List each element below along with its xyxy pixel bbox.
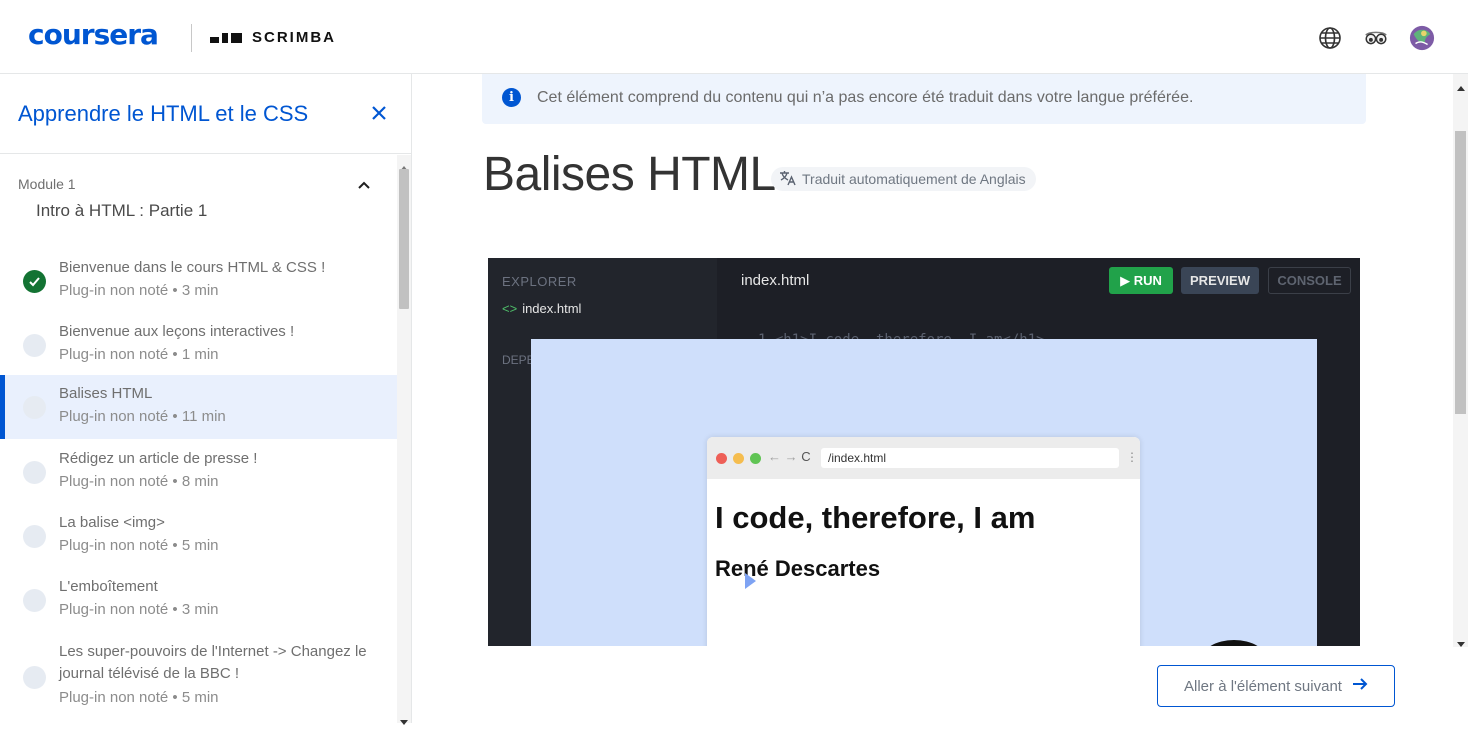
run-label: RUN xyxy=(1133,273,1162,288)
scroll-down-icon[interactable] xyxy=(1457,635,1465,647)
explorer-label: EXPLORER xyxy=(502,274,577,289)
scrimba-video-player[interactable]: EXPLORER <> index.html DEPE index.html ▶ … xyxy=(488,258,1360,646)
globe-icon[interactable] xyxy=(1317,25,1343,51)
scroll-down-icon[interactable] xyxy=(400,713,408,725)
status-circle-icon xyxy=(23,396,46,419)
lesson-item[interactable]: Bienvenue aux leçons interactives ! Plug… xyxy=(0,315,397,377)
status-circle-icon xyxy=(23,525,46,548)
status-circle-icon xyxy=(23,589,46,612)
console-button[interactable]: CONSOLE xyxy=(1268,267,1351,294)
scroll-up-icon[interactable] xyxy=(1457,78,1465,91)
lesson-meta: Plug-in non noté • 3 min xyxy=(59,601,219,618)
sidebar-scrollbar[interactable] xyxy=(397,155,411,725)
browser-url: /index.html xyxy=(821,448,1119,468)
lesson-item[interactable]: Bienvenue dans le cours HTML & CSS ! Plu… xyxy=(0,251,397,313)
logo-divider xyxy=(191,24,192,52)
cursor-icon xyxy=(745,573,756,589)
course-sidebar: Apprendre le HTML et le CSS Module 1 Int… xyxy=(0,74,412,725)
editor-tab[interactable]: index.html xyxy=(741,272,809,289)
close-dot-icon xyxy=(716,453,727,464)
lesson-item[interactable]: La balise <img> Plug-in non noté • 5 min xyxy=(0,508,397,570)
browser-toolbar: ← → C /index.html ⋮ xyxy=(707,437,1140,479)
translation-notice: i Cet élément comprend du contenu qui n’… xyxy=(482,74,1366,124)
next-item-button[interactable]: Aller à l'élément suivant xyxy=(1157,665,1395,707)
glasses-icon[interactable] xyxy=(1363,25,1389,51)
lesson-title: Les super-pouvoirs de l'Internet -> Chan… xyxy=(59,643,367,682)
browser-nav-icon: ← → C xyxy=(768,449,811,464)
main-scrollbar[interactable] xyxy=(1453,74,1468,647)
mini-browser: ← → C /index.html ⋮ I code, therefore, I… xyxy=(707,437,1140,646)
status-circle-icon xyxy=(23,461,46,484)
lesson-meta: Plug-in non noté • 5 min xyxy=(59,689,219,706)
code-file-icon: <> xyxy=(502,301,518,316)
avatar[interactable] xyxy=(1409,25,1435,51)
lesson-meta: Plug-in non noté • 3 min xyxy=(59,282,219,299)
run-button[interactable]: ▶ RUN xyxy=(1109,267,1173,294)
lesson-title: Balises HTML xyxy=(59,385,153,402)
lesson-title: Bienvenue aux leçons interactives ! xyxy=(59,323,295,340)
minimize-dot-icon xyxy=(733,453,744,464)
scrimba-logo[interactable]: SCRIMBA xyxy=(210,29,336,46)
status-circle-icon xyxy=(23,334,46,357)
maximize-dot-icon xyxy=(750,453,761,464)
top-header: coursera SCRIMBA xyxy=(0,0,1468,74)
course-title: Apprendre le HTML et le CSS xyxy=(18,101,309,126)
lesson-title: Bienvenue dans le cours HTML & CSS ! xyxy=(59,259,326,276)
lesson-meta: Plug-in non noté • 5 min xyxy=(59,537,219,554)
arrow-right-icon xyxy=(1352,677,1368,695)
lesson-list: Module 1 Intro à HTML : Partie 1 Bienven… xyxy=(0,155,397,723)
explorer-file[interactable]: <> index.html xyxy=(502,301,581,316)
translation-badge: Traduit automatiquement de Anglais xyxy=(771,167,1036,191)
scrimba-mark-icon xyxy=(210,32,242,43)
preview-heading: I code, therefore, I am xyxy=(715,500,1036,535)
module-label: Module 1 xyxy=(18,176,76,192)
lesson-title: L'emboîtement xyxy=(59,578,158,595)
scrimba-wordmark: SCRIMBA xyxy=(252,29,336,46)
module-name: Intro à HTML : Partie 1 xyxy=(36,201,208,220)
dependencies-label: DEPE xyxy=(502,353,535,367)
status-circle-icon xyxy=(23,666,46,689)
translate-icon xyxy=(779,170,797,189)
explorer-file-name: index.html xyxy=(522,301,582,316)
page-title: Balises HTML xyxy=(483,148,776,201)
lesson-meta: Plug-in non noté • 8 min xyxy=(59,473,219,490)
coursera-logo[interactable]: coursera xyxy=(28,18,159,51)
scroll-up-icon[interactable] xyxy=(400,158,408,171)
next-item-label: Aller à l'élément suivant xyxy=(1184,677,1342,695)
preview-button[interactable]: PREVIEW xyxy=(1181,267,1259,294)
chevron-up-icon[interactable] xyxy=(355,177,373,195)
play-icon: ▶ xyxy=(1120,272,1134,288)
kebab-menu-icon: ⋮ xyxy=(1126,450,1138,464)
lesson-item-active[interactable]: Balises HTML Plug-in non noté • 11 min xyxy=(0,375,397,439)
scrollbar-thumb[interactable] xyxy=(1455,131,1466,414)
notice-text: Cet élément comprend du contenu qui n’a … xyxy=(537,89,1194,106)
lesson-title: Rédigez un article de presse ! xyxy=(59,450,258,467)
scrollbar-thumb[interactable] xyxy=(399,169,409,309)
check-circle-icon xyxy=(23,270,46,293)
lesson-meta: Plug-in non noté • 1 min xyxy=(59,346,219,363)
lesson-item[interactable]: Les super-pouvoirs de l'Internet -> Chan… xyxy=(0,637,397,723)
lesson-item[interactable]: L'emboîtement Plug-in non noté • 3 min xyxy=(0,572,397,634)
sidebar-header: Apprendre le HTML et le CSS xyxy=(0,74,412,154)
lesson-title: La balise <img> xyxy=(59,514,165,531)
info-icon: i xyxy=(502,88,521,107)
translation-badge-text: Traduit automatiquement de Anglais xyxy=(802,171,1026,187)
lesson-meta: Plug-in non noté • 11 min xyxy=(59,408,226,425)
lesson-item[interactable]: Rédigez un article de presse ! Plug-in n… xyxy=(0,444,397,506)
preview-subheading: René Descartes xyxy=(715,556,881,581)
close-icon[interactable] xyxy=(368,102,390,124)
main-content: i Cet élément comprend du contenu qui n’… xyxy=(413,74,1468,723)
